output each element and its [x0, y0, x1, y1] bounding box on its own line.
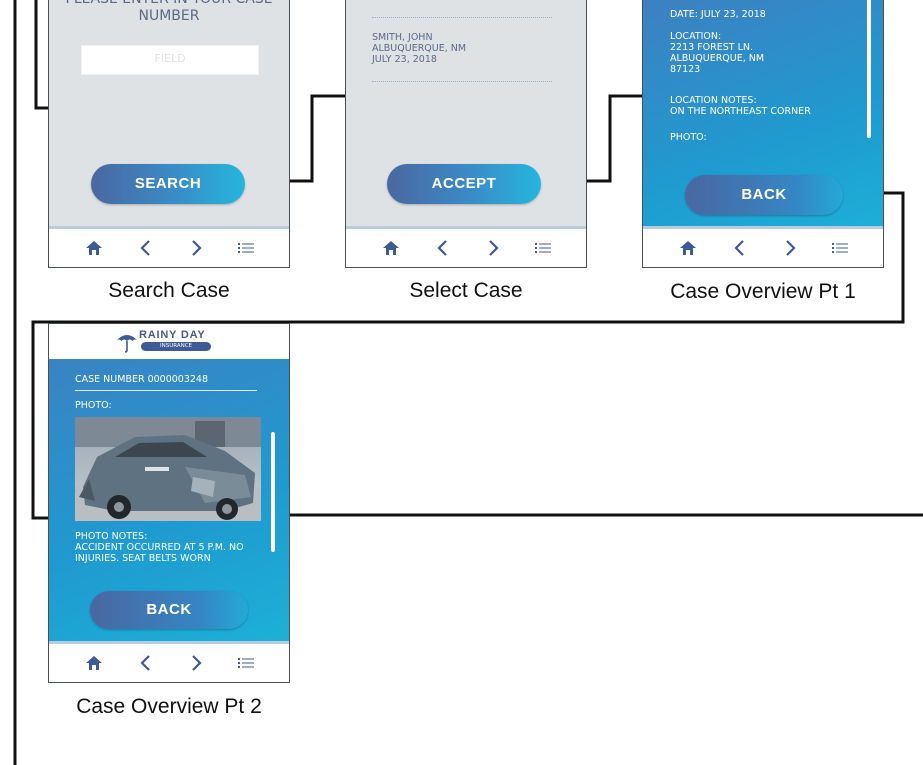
case-number-field[interactable]: FIELD: [81, 45, 259, 75]
bottom-nav-bar: [346, 226, 586, 267]
search-button[interactable]: SEARCH: [91, 164, 245, 204]
chevron-right-icon[interactable]: [187, 654, 205, 672]
location-notes: LOCATION NOTES: ON THE NORTHEAST CORNER: [670, 95, 811, 117]
divider: [372, 81, 552, 82]
select-case-caption: Select Case: [409, 279, 523, 302]
menu-list-icon[interactable]: [237, 239, 255, 257]
bottom-nav-bar: [49, 226, 289, 267]
chevron-right-icon[interactable]: [781, 239, 799, 257]
bottom-nav-bar: [643, 226, 883, 267]
scrollbar[interactable]: [271, 432, 275, 552]
accident-photo: [75, 417, 261, 521]
scrollbar[interactable]: [867, 0, 871, 138]
umbrella-logo-icon: [116, 335, 138, 353]
search-case-caption: Search Case: [108, 279, 230, 302]
case-number: CASE NUMBER 0000003248: [75, 374, 209, 385]
logo-name: RAINY DAY: [139, 329, 206, 341]
photo-label: PHOTO:: [75, 400, 112, 411]
chevron-left-icon[interactable]: [731, 239, 749, 257]
chevron-left-icon[interactable]: [434, 239, 452, 257]
home-icon[interactable]: [382, 239, 400, 257]
back-button[interactable]: BACK: [90, 591, 248, 629]
logo-tagline: INSURANCE: [141, 342, 211, 351]
header-bar: RAINY DAY INSURANCE: [49, 324, 289, 359]
divider: [75, 390, 257, 391]
chevron-right-icon[interactable]: [484, 239, 502, 257]
chevron-left-icon[interactable]: [137, 654, 155, 672]
home-icon[interactable]: [85, 239, 103, 257]
home-icon[interactable]: [679, 239, 697, 257]
home-icon[interactable]: [85, 654, 103, 672]
menu-list-icon[interactable]: [534, 239, 552, 257]
case-number-prompt: PLEASE ENTER IN YOUR CASE NUMBER: [65, 0, 272, 24]
case-overview-1-screen: DATE: JULY 23, 2018 LOCATION: 2213 FORES…: [642, 0, 884, 268]
select-case-screen: SMITH, JOHN ALBUQUERQUE, NM JULY 23, 201…: [345, 0, 587, 268]
search-case-screen: PLEASE ENTER IN YOUR CASE NUMBER FIELD S…: [48, 0, 290, 268]
chevron-left-icon[interactable]: [137, 239, 155, 257]
chevron-right-icon[interactable]: [187, 239, 205, 257]
divider: [372, 17, 552, 18]
bottom-nav-bar: [49, 641, 289, 682]
case-overview-2-screen: RAINY DAY INSURANCE CASE NUMBER 00000032…: [48, 323, 290, 683]
back-button[interactable]: BACK: [685, 175, 843, 215]
menu-list-icon[interactable]: [831, 239, 849, 257]
case-date: DATE: JULY 23, 2018: [670, 9, 766, 20]
menu-list-icon[interactable]: [237, 654, 255, 672]
case-location: LOCATION: 2213 FOREST LN. ALBUQUERQUE, N…: [670, 31, 765, 75]
photo-notes: PHOTO NOTES: ACCIDENT OCCURRED AT 5 P.M.…: [75, 531, 244, 564]
accept-button[interactable]: ACCEPT: [387, 164, 541, 204]
case-overview-1-caption: Case Overview Pt 1: [670, 280, 856, 303]
case-overview-2-caption: Case Overview Pt 2: [76, 695, 262, 718]
photo-label: PHOTO:: [670, 132, 707, 143]
case-entry[interactable]: SMITH, JOHN ALBUQUERQUE, NM JULY 23, 201…: [372, 32, 466, 65]
